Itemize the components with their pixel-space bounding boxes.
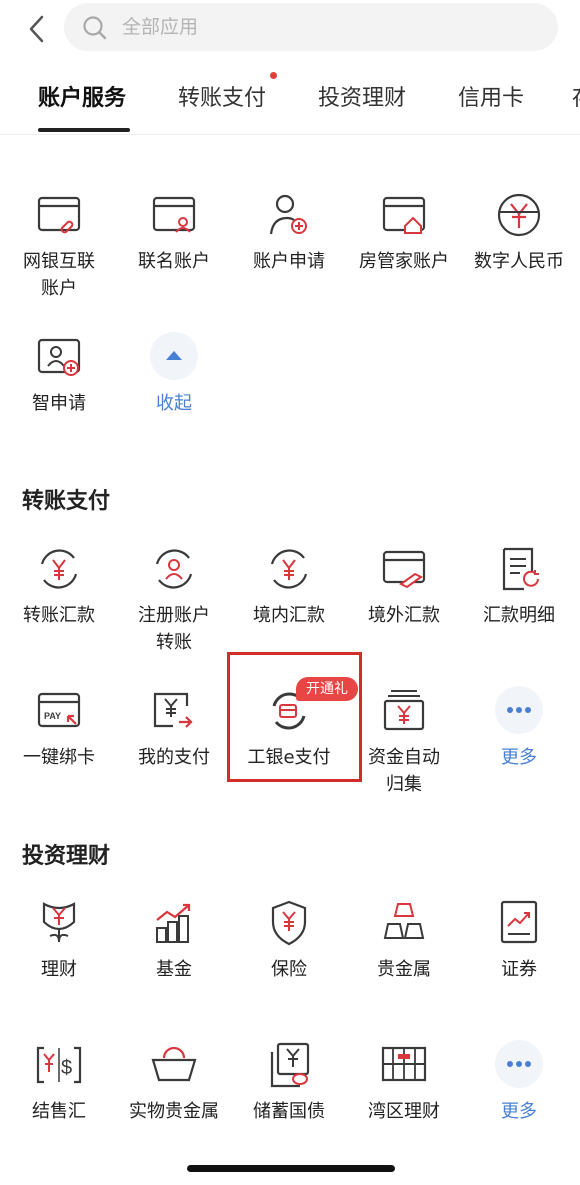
app-fund-collect[interactable]: 资金自动 归集 bbox=[348, 686, 460, 798]
app-remit-detail[interactable]: 汇款明细 bbox=[463, 544, 575, 629]
app-label: 联名账户 bbox=[138, 251, 210, 272]
app-account-apply[interactable]: 账户申请 bbox=[233, 190, 345, 275]
search-placeholder: 全部应用 bbox=[122, 16, 199, 38]
svg-text:PAY: PAY bbox=[44, 711, 61, 721]
bank-link-card-icon bbox=[37, 196, 81, 234]
active-tab-indicator bbox=[38, 128, 130, 132]
svg-text:$: $ bbox=[61, 1057, 72, 1079]
app-label: 账户申请 bbox=[253, 251, 325, 272]
fund-collect-icon bbox=[383, 690, 425, 731]
app-bay-area-wealth[interactable]: 湾区理财 bbox=[348, 1040, 460, 1125]
section-title-invest: 投资理财 bbox=[22, 844, 111, 869]
more-invest-button[interactable]: 更多 bbox=[463, 1040, 575, 1125]
smart-apply-icon bbox=[37, 338, 81, 376]
app-label: 结售汇 bbox=[32, 1101, 86, 1122]
fx-exchange-icon: $ bbox=[36, 1046, 82, 1084]
app-transfer-remit[interactable]: 转账汇款 bbox=[3, 544, 115, 629]
app-insurance[interactable]: 保险 bbox=[233, 898, 345, 983]
app-digital-rmb[interactable]: 数字人民币 bbox=[463, 190, 575, 275]
app-label: 湾区理财 bbox=[368, 1101, 440, 1122]
app-fund[interactable]: 基金 bbox=[118, 898, 230, 983]
app-label: 一键绑卡 bbox=[23, 747, 95, 768]
tab-account-services[interactable]: 账户服务 bbox=[38, 80, 126, 112]
savings-bond-icon bbox=[270, 1042, 310, 1088]
tab-investment[interactable]: 投资理财 bbox=[318, 80, 406, 112]
domestic-remit-icon bbox=[270, 549, 308, 589]
insurance-shield-icon bbox=[271, 900, 307, 946]
new-badge-dot bbox=[270, 72, 277, 79]
gold-bars-icon bbox=[383, 903, 425, 939]
app-label: 储蓄国债 bbox=[253, 1101, 325, 1122]
top-bar: 全部应用 bbox=[0, 0, 580, 60]
app-label: 基金 bbox=[156, 959, 192, 980]
app-precious-metal[interactable]: 贵金属 bbox=[348, 898, 460, 983]
app-label: 收起 bbox=[156, 393, 192, 414]
app-securities[interactable]: 证券 bbox=[463, 898, 575, 983]
tab-deposit-partial[interactable]: 存 bbox=[572, 80, 580, 112]
more-transfer-button[interactable]: 更多 bbox=[463, 686, 575, 771]
house-card-icon bbox=[382, 196, 426, 234]
app-label: 智申请 bbox=[32, 393, 86, 414]
joint-account-card-icon bbox=[152, 196, 196, 233]
app-label: 贵金属 bbox=[377, 959, 431, 980]
registered-transfer-icon bbox=[155, 549, 193, 589]
app-label: 房管家账户 bbox=[359, 251, 449, 272]
app-label: 数字人民币 bbox=[474, 251, 564, 272]
person-add-icon bbox=[269, 194, 307, 235]
search-icon bbox=[83, 16, 107, 40]
app-label: 注册账户 转账 bbox=[138, 605, 210, 653]
app-label: 实物贵金属 bbox=[129, 1101, 219, 1122]
app-label: 资金自动 归集 bbox=[368, 747, 440, 795]
app-label: 证券 bbox=[501, 959, 537, 980]
collapse-up-icon bbox=[150, 332, 198, 380]
digital-rmb-icon bbox=[497, 193, 541, 237]
home-indicator[interactable] bbox=[187, 1165, 395, 1172]
promo-tag: 开通礼 bbox=[296, 677, 358, 701]
tab-credit-card[interactable]: 信用卡 bbox=[458, 80, 524, 112]
tab-transfer-payment[interactable]: 转账支付 bbox=[178, 80, 266, 112]
app-label: 我的支付 bbox=[138, 747, 210, 768]
remit-detail-icon bbox=[502, 547, 539, 591]
app-label: 境外汇款 bbox=[368, 605, 440, 626]
app-physical-gold[interactable]: 实物贵金属 bbox=[118, 1040, 230, 1125]
app-label: 保险 bbox=[271, 959, 307, 980]
pay-card-bind-icon: PAY bbox=[37, 692, 81, 728]
app-my-payment[interactable]: 我的支付 bbox=[118, 686, 230, 771]
category-tabs: 账户服务 转账支付 投资理财 信用卡 存 bbox=[0, 62, 580, 135]
app-bank-link-account[interactable]: 网银互联 账户 bbox=[3, 190, 115, 302]
physical-gold-icon bbox=[151, 1046, 197, 1082]
bay-area-wealth-icon bbox=[381, 1046, 427, 1082]
app-domestic-remit[interactable]: 境内汇款 bbox=[233, 544, 345, 629]
collapse-button[interactable]: 收起 bbox=[118, 332, 230, 417]
back-arrow-icon[interactable] bbox=[22, 12, 52, 46]
app-label: 理财 bbox=[41, 959, 77, 980]
app-house-account[interactable]: 房管家账户 bbox=[348, 190, 460, 275]
app-fx-exchange[interactable]: $ 结售汇 bbox=[3, 1040, 115, 1125]
fund-chart-icon bbox=[156, 903, 191, 943]
overseas-remit-icon bbox=[382, 550, 426, 589]
app-label: 境内汇款 bbox=[253, 605, 325, 626]
section-title-transfer: 转账支付 bbox=[22, 489, 111, 514]
app-overseas-remit[interactable]: 境外汇款 bbox=[348, 544, 460, 629]
app-bind-card[interactable]: PAY 一键绑卡 bbox=[3, 686, 115, 771]
app-label: 汇款明细 bbox=[483, 605, 555, 626]
app-savings-bond[interactable]: 储蓄国债 bbox=[233, 1040, 345, 1125]
wealth-flower-icon bbox=[42, 902, 76, 943]
app-label: 更多 bbox=[501, 747, 537, 768]
app-wealth[interactable]: 理财 bbox=[3, 898, 115, 983]
my-payment-icon bbox=[153, 692, 193, 728]
more-dots-icon bbox=[495, 1040, 543, 1088]
app-label: 转账汇款 bbox=[23, 605, 95, 626]
app-label: 网银互联 账户 bbox=[23, 251, 95, 299]
more-dots-icon bbox=[495, 686, 543, 734]
securities-icon bbox=[500, 900, 538, 944]
app-registered-transfer[interactable]: 注册账户 转账 bbox=[118, 544, 230, 656]
search-box[interactable]: 全部应用 bbox=[64, 3, 558, 51]
app-label: 更多 bbox=[501, 1101, 537, 1122]
app-smart-apply[interactable]: 智申请 bbox=[3, 332, 115, 417]
app-joint-account[interactable]: 联名账户 bbox=[118, 190, 230, 275]
highlight-box bbox=[227, 652, 362, 782]
transfer-yuan-icon bbox=[40, 549, 78, 589]
